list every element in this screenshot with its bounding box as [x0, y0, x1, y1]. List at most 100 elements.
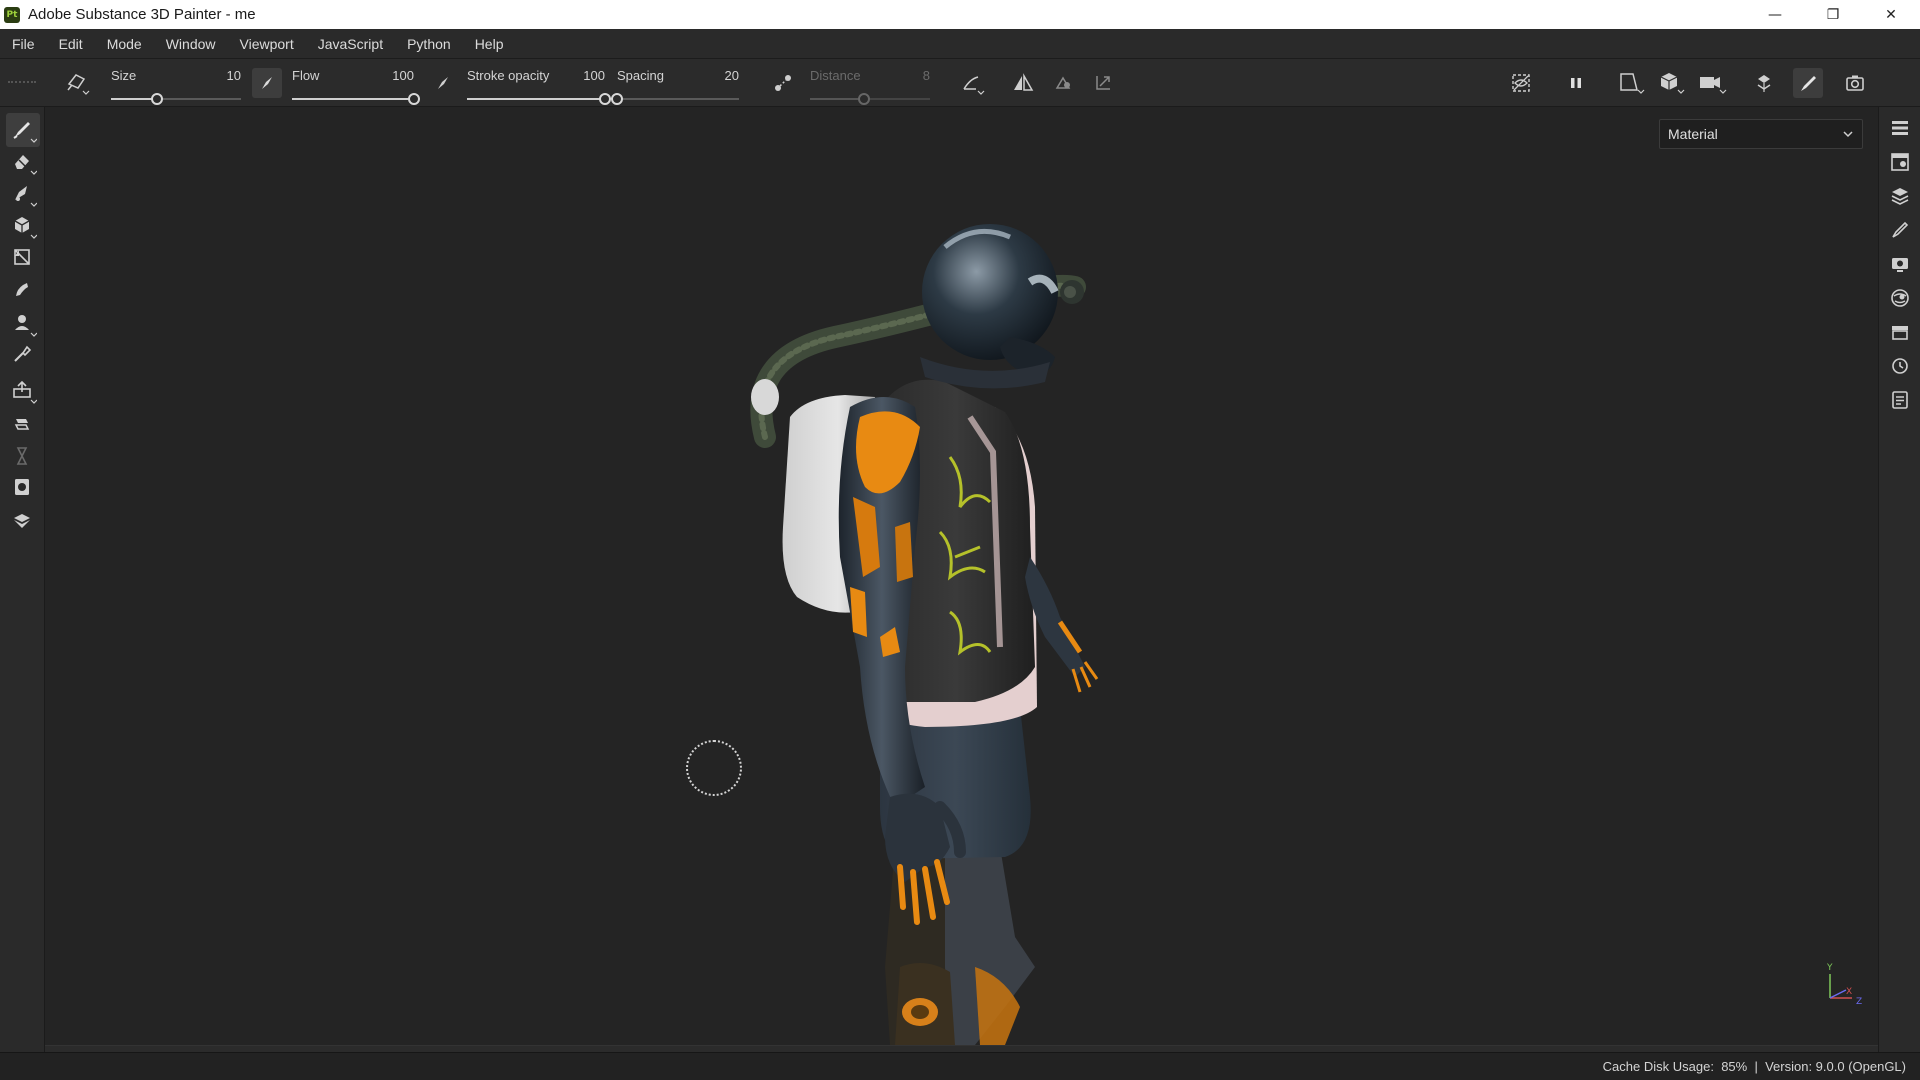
menu-viewport[interactable]: Viewport	[228, 29, 306, 59]
flow-knob[interactable]	[408, 93, 420, 105]
axis-y-label: Y	[1826, 963, 1833, 973]
window-controls: — ❐ ✕	[1746, 0, 1920, 29]
character-model[interactable]	[45, 107, 1878, 1045]
axis-z-label: Z	[1856, 997, 1862, 1006]
flow-label: Flow	[292, 68, 320, 83]
smudge-tool-button[interactable]	[6, 241, 40, 275]
spacing-value[interactable]: 20	[725, 68, 739, 83]
pause-icon[interactable]	[1561, 68, 1591, 98]
3d-viewport[interactable]: Y X Z	[45, 107, 1878, 1045]
hide-unselected-icon[interactable]	[1506, 68, 1536, 98]
display-mode-dropdown[interactable]: Material	[1659, 119, 1863, 149]
symmetry-icon[interactable]	[1008, 68, 1038, 98]
spacing-slider[interactable]: Spacing 20	[611, 63, 739, 105]
menu-window[interactable]: Window	[154, 29, 228, 59]
menu-file[interactable]: File	[0, 29, 47, 59]
close-button[interactable]: ✕	[1862, 0, 1920, 29]
screenshot-icon[interactable]	[1840, 68, 1870, 98]
paint-brush-tool-button[interactable]	[6, 113, 40, 147]
alignment-icon[interactable]	[958, 68, 988, 98]
bake-tool-button[interactable]	[6, 338, 40, 372]
color-picker-icon	[15, 315, 37, 337]
flow-value[interactable]: 100	[392, 68, 414, 83]
flow-slider[interactable]: Flow 100	[292, 63, 420, 105]
right-panel-toolbar	[1878, 107, 1920, 1052]
stroke-opacity-slider[interactable]: Stroke opacity 100	[467, 63, 611, 105]
distance-value[interactable]: 8	[923, 68, 930, 83]
title-bar: Pt Adobe Substance 3D Painter - me — ❐ ✕	[0, 0, 1920, 29]
layers-panel-icon[interactable]	[1885, 113, 1915, 143]
clone-tool-button[interactable]	[6, 274, 40, 308]
app-logo-icon: Pt	[4, 6, 20, 23]
paint-mode-icon[interactable]	[1793, 68, 1823, 98]
cache-value: 85%	[1721, 1059, 1748, 1074]
spacing-label: Spacing	[617, 68, 664, 83]
bake-icon	[14, 345, 32, 362]
display-settings-icon[interactable]	[1885, 249, 1915, 279]
history-icon[interactable]	[1885, 351, 1915, 381]
baking-icon	[16, 447, 28, 465]
viewport-2d-3d-icon[interactable]	[1616, 68, 1646, 98]
brush-preset-icon[interactable]	[62, 68, 92, 98]
distance-slider[interactable]: Distance 8	[810, 63, 930, 105]
minimize-button[interactable]: —	[1746, 0, 1804, 29]
toolbar-grip[interactable]	[8, 81, 36, 85]
stroke-opacity-track[interactable]	[467, 93, 611, 105]
export-tool-button[interactable]	[6, 471, 40, 505]
color-picker-tool-button[interactable]	[6, 307, 40, 341]
properties-brush-icon[interactable]	[1885, 215, 1915, 245]
size-value[interactable]: 10	[227, 68, 241, 83]
menu-edit[interactable]: Edit	[47, 29, 95, 59]
stroke-opacity-knob[interactable]	[599, 93, 611, 105]
stroke-opacity-value[interactable]: 100	[583, 68, 605, 83]
stroke-opacity-label: Stroke opacity	[467, 68, 550, 83]
layer-stack-icon[interactable]	[1885, 181, 1915, 211]
texture-set-list-icon[interactable]	[1885, 147, 1915, 177]
lazy-mouse-icon[interactable]	[768, 68, 798, 98]
projection-icon	[15, 186, 37, 207]
menu-bar: File Edit Mode Window Viewport JavaScrip…	[0, 29, 1920, 59]
distance-knob[interactable]	[858, 93, 870, 105]
size-knob[interactable]	[150, 93, 163, 105]
distance-track[interactable]	[810, 93, 930, 105]
size-label: Size	[111, 68, 137, 83]
environment-icon[interactable]	[1885, 283, 1915, 313]
symmetry-mirror-icon[interactable]	[1749, 68, 1779, 98]
left-toolbar	[0, 107, 45, 1052]
quick-mask-tool-button[interactable]	[6, 374, 40, 408]
helmet	[922, 224, 1058, 360]
window-title: Adobe Substance 3D Painter - me	[28, 6, 256, 23]
display-mode-icon[interactable]	[1656, 68, 1686, 98]
axis-x-label: X	[1846, 987, 1852, 997]
transform-icon[interactable]	[1088, 68, 1118, 98]
flow-track[interactable]	[292, 93, 420, 105]
display-tool-button[interactable]	[6, 504, 40, 538]
axis-gizmo: Y X Z	[1826, 963, 1862, 1006]
menu-javascript[interactable]: JavaScript	[306, 29, 395, 59]
polygon-fill-tool-button[interactable]	[6, 209, 40, 243]
cache-label: Cache Disk Usage:	[1602, 1059, 1714, 1074]
camera-icon[interactable]	[1697, 68, 1727, 98]
restore-button[interactable]: ❐	[1804, 0, 1862, 29]
menu-mode[interactable]: Mode	[95, 29, 154, 59]
flow-pressure-icon[interactable]	[428, 68, 458, 98]
menu-python[interactable]: Python	[395, 29, 463, 59]
size-track[interactable]	[111, 93, 241, 105]
polygon-fill-icon	[14, 217, 37, 239]
size-slider[interactable]: Size 10	[111, 63, 241, 105]
export-icon	[15, 479, 29, 495]
menu-help[interactable]: Help	[463, 29, 516, 59]
quick-mask-icon	[13, 380, 37, 404]
projection-tool-button[interactable]	[6, 177, 40, 211]
spacing-knob[interactable]	[611, 93, 623, 105]
baking-tool-button[interactable]	[6, 440, 40, 474]
symmetry-settings-icon[interactable]	[1048, 68, 1078, 98]
log-icon[interactable]	[1885, 385, 1915, 415]
eraser-tool-button[interactable]	[6, 145, 40, 179]
geometry-mask-icon	[14, 419, 30, 430]
spacing-track[interactable]	[611, 93, 739, 105]
geometry-mask-tool-button[interactable]	[6, 408, 40, 442]
size-pressure-icon[interactable]	[252, 68, 282, 98]
shelf-icon[interactable]	[1885, 317, 1915, 347]
paint-brush-icon	[13, 122, 37, 143]
